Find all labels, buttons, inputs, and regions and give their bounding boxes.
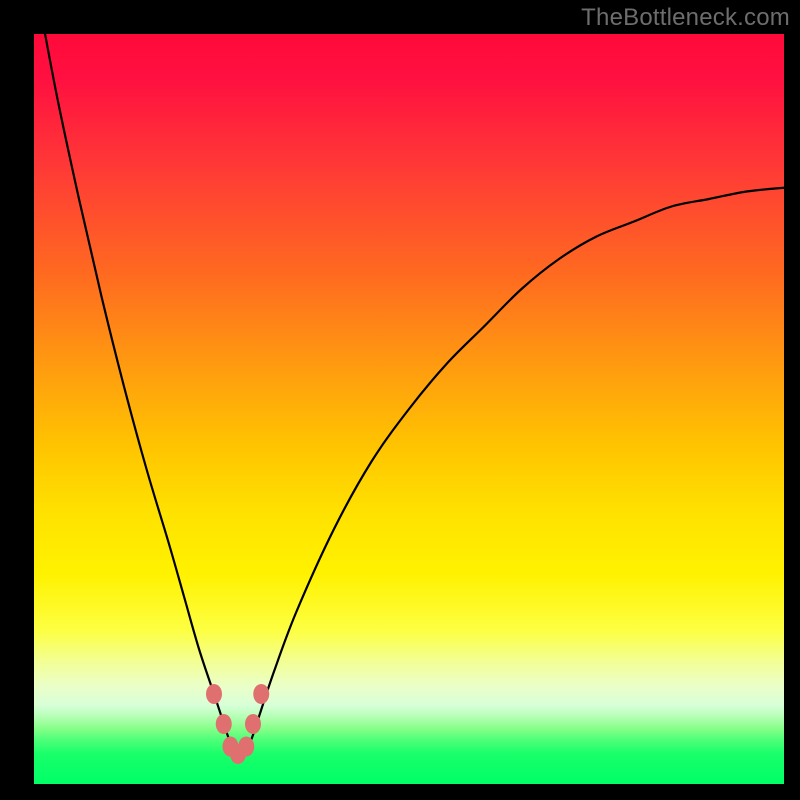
bottleneck-curve-svg — [34, 34, 784, 784]
chart-gradient-background — [34, 34, 784, 784]
curve-marker — [253, 684, 269, 704]
curve-marker — [216, 714, 232, 734]
curve-markers — [206, 684, 269, 764]
curve-marker — [206, 684, 222, 704]
chart-frame: TheBottleneck.com — [0, 0, 800, 800]
bottleneck-curve — [34, 0, 784, 756]
curve-marker — [238, 737, 254, 757]
watermark-text: TheBottleneck.com — [581, 4, 790, 32]
curve-marker — [245, 714, 261, 734]
